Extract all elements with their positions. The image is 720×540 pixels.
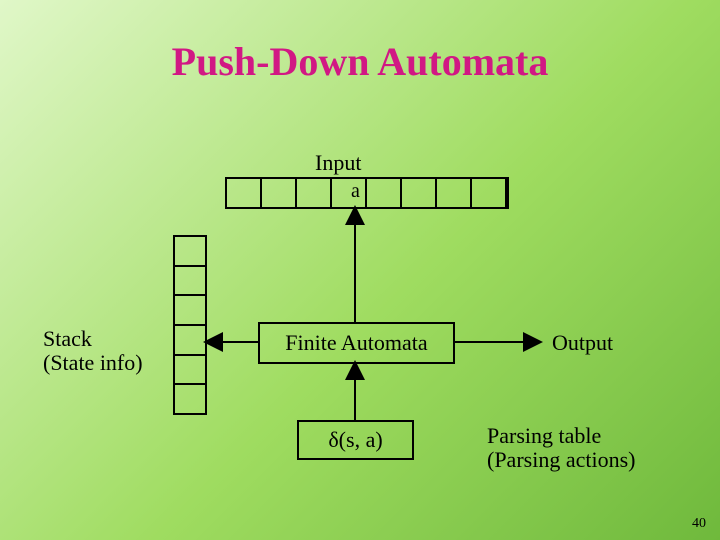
stack-label-line1: Stack [43, 326, 92, 351]
output-label: Output [552, 330, 613, 356]
stack-cell [175, 296, 205, 326]
parsing-table-line2: (Parsing actions) [487, 447, 635, 472]
tape-cell [402, 179, 437, 207]
tape-cell [367, 179, 402, 207]
stack-cell [175, 237, 205, 267]
arrow-fa-to-output-icon [453, 330, 541, 354]
arrow-tape-to-fa-icon [340, 207, 370, 322]
tape-cell [297, 179, 332, 207]
parsing-table-line1: Parsing table [487, 423, 601, 448]
tape-cell [332, 179, 367, 207]
tape-cell [437, 179, 472, 207]
input-label: Input [315, 150, 361, 176]
arrow-fa-to-stack-icon [205, 330, 260, 354]
tape-cell [227, 179, 262, 207]
stack-label-line2: (State info) [43, 350, 143, 375]
tape-cell [472, 179, 507, 207]
stack-cell [175, 356, 205, 386]
tape-cell [262, 179, 297, 207]
slide-number: 40 [692, 516, 706, 532]
parsing-table-label: Parsing table (Parsing actions) [487, 424, 635, 472]
stack [173, 235, 207, 415]
input-tape: a [225, 177, 509, 209]
arrow-delta-to-fa-icon [340, 362, 370, 420]
transition-function-box: δ(s, a) [297, 420, 414, 460]
stack-cell [175, 385, 205, 413]
finite-automata-box: Finite Automata [258, 322, 455, 364]
stack-cell [175, 267, 205, 297]
slide-title: Push-Down Automata [0, 38, 720, 85]
stack-cell [175, 326, 205, 356]
stack-label: Stack (State info) [43, 327, 143, 375]
input-symbol: a [351, 180, 360, 203]
